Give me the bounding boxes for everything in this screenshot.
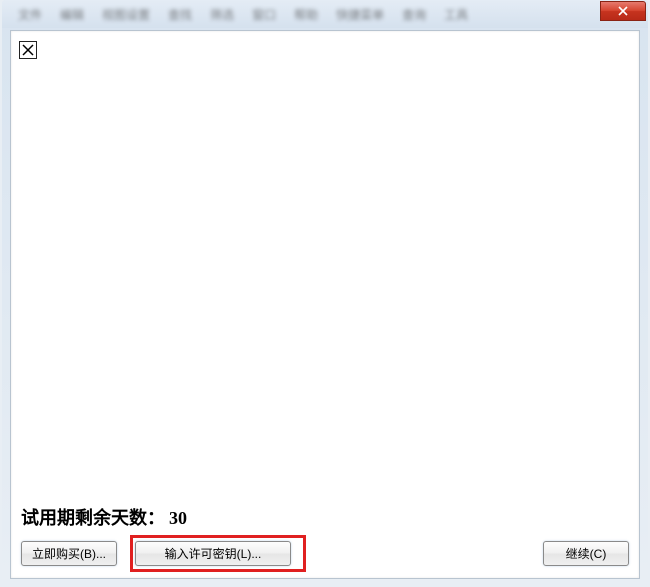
close-icon xyxy=(618,6,628,16)
menu-item: 查询 xyxy=(402,6,426,23)
menu-item: 查找 xyxy=(168,6,192,23)
trial-remaining-text: 试用期剩余天数：30 xyxy=(21,504,187,530)
broken-image-icon xyxy=(19,41,37,59)
dialog-body: 试用期剩余天数：30 立即购买(B)... 输入许可密钥(L)... 继续(C) xyxy=(10,30,640,579)
menu-item: 帮助 xyxy=(294,6,318,23)
close-button[interactable] xyxy=(600,1,646,21)
menu-item: 视图设置 xyxy=(102,6,150,23)
titlebar: 文件 编辑 视图设置 查找 筛选 窗口 帮助 快捷菜单 查询 工具 xyxy=(2,0,648,28)
menu-item: 快捷菜单 xyxy=(336,6,384,23)
enter-license-button[interactable]: 输入许可密钥(L)... xyxy=(135,541,291,566)
menu-item: 文件 xyxy=(18,6,42,23)
trial-label: 试用期剩余天数： xyxy=(21,508,165,528)
menu-item: 编辑 xyxy=(60,6,84,23)
trial-days-value: 30 xyxy=(169,508,187,528)
button-row: 立即购买(B)... 输入许可密钥(L)... 继续(C) xyxy=(21,541,629,566)
menu-bar: 文件 编辑 视图设置 查找 筛选 窗口 帮助 快捷菜单 查询 工具 xyxy=(10,6,468,23)
buy-now-button[interactable]: 立即购买(B)... xyxy=(21,541,117,566)
menu-item: 窗口 xyxy=(252,6,276,23)
continue-button[interactable]: 继续(C) xyxy=(543,541,629,566)
window-frame: 文件 编辑 视图设置 查找 筛选 窗口 帮助 快捷菜单 查询 工具 试用期剩余天… xyxy=(2,0,648,585)
menu-item: 筛选 xyxy=(210,6,234,23)
menu-item: 工具 xyxy=(444,6,468,23)
